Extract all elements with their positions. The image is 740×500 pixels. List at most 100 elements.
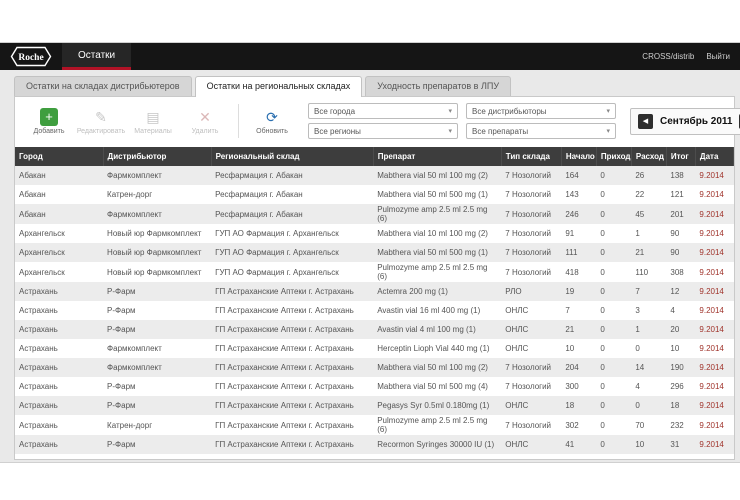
refresh-button[interactable]: ⟳Обновить bbox=[246, 108, 298, 135]
filter-regions[interactable]: Все регионы▾ bbox=[308, 123, 458, 139]
tab-1[interactable]: Остатки на региональных складах bbox=[195, 76, 363, 97]
table-row[interactable]: АбаканФармкомплектРесфармация г. АбаканM… bbox=[15, 166, 734, 185]
chevron-down-icon: ▾ bbox=[448, 127, 452, 135]
cell-in: 0 bbox=[596, 185, 631, 204]
table-row[interactable]: АстраханьКатрен-доргГП Астраханские Апте… bbox=[15, 415, 734, 435]
cell-start: 7 bbox=[561, 301, 596, 320]
edit-button[interactable]: ✎Редактировать bbox=[75, 108, 127, 135]
cell-warehouse: ГП Астраханские Аптеки г. Астрахань bbox=[211, 358, 373, 377]
cell-distributor: Катрен-дорг bbox=[103, 415, 211, 435]
cell-out: 3 bbox=[631, 301, 666, 320]
cell-out: 1 bbox=[631, 320, 666, 339]
filter-cities[interactable]: Все города▾ bbox=[308, 103, 458, 119]
cell-city: Абакан bbox=[15, 185, 103, 204]
cell-start: 143 bbox=[561, 185, 596, 204]
delete-icon: ✕ bbox=[196, 108, 214, 126]
cell-distributor: Р-Фарм bbox=[103, 320, 211, 339]
cell-date: 9.2014 bbox=[695, 204, 733, 224]
tab-2[interactable]: Уходность препаратов в ЛПУ bbox=[365, 76, 511, 96]
materials-button[interactable]: ▤Материалы bbox=[127, 108, 179, 135]
prev-month-button[interactable]: ◀ bbox=[638, 114, 653, 129]
delete-button[interactable]: ✕Удалить bbox=[179, 108, 231, 135]
table-row[interactable]: АстраханьФармкомплектГП Астраханские Апт… bbox=[15, 358, 734, 377]
cell-start: 19 bbox=[561, 282, 596, 301]
table-row[interactable]: АстраханьФармкомплектГП Астраханские Апт… bbox=[15, 339, 734, 358]
tab-0[interactable]: Остатки на складах дистрибьютеров bbox=[14, 76, 192, 96]
filter-value: Все препараты bbox=[472, 127, 528, 136]
cell-in: 0 bbox=[596, 396, 631, 415]
cell-total: 31 bbox=[666, 435, 695, 454]
cell-in: 0 bbox=[596, 377, 631, 396]
cell-out: 70 bbox=[631, 415, 666, 435]
cell-type: ОНЛС bbox=[501, 435, 561, 454]
cell-type: 7 Нозологий bbox=[501, 185, 561, 204]
cell-drug: Pulmozyme amp 2.5 ml 2.5 mg (6) bbox=[373, 262, 501, 282]
column-header[interactable]: Расход bbox=[631, 147, 666, 166]
add-button[interactable]: +Добавить bbox=[23, 108, 75, 135]
cell-city: Абакан bbox=[15, 166, 103, 185]
cell-out: 26 bbox=[631, 166, 666, 185]
cell-type: 7 Нозологий bbox=[501, 166, 561, 185]
cell-drug: Mabthera vial 50 ml 100 mg (2) bbox=[373, 358, 501, 377]
cell-city: Архангельск bbox=[15, 243, 103, 262]
table-row[interactable]: АстраханьР-ФармГП Астраханские Аптеки г.… bbox=[15, 282, 734, 301]
cell-type: 7 Нозологий bbox=[501, 377, 561, 396]
cell-start: 18 bbox=[561, 396, 596, 415]
table-row[interactable]: АстраханьР-ФармГП Астраханские Аптеки г.… bbox=[15, 377, 734, 396]
cell-total: 4 bbox=[666, 301, 695, 320]
cell-type: 7 Нозологий bbox=[501, 243, 561, 262]
table-row[interactable]: АстраханьР-ФармГП Астраханские Аптеки г.… bbox=[15, 301, 734, 320]
cell-date: 9.2014 bbox=[695, 377, 733, 396]
cell-total: 12 bbox=[666, 282, 695, 301]
table-row[interactable]: АстраханьР-ФармГП Астраханские Аптеки г.… bbox=[15, 320, 734, 339]
column-header[interactable]: Дата bbox=[695, 147, 733, 166]
cell-total: 138 bbox=[666, 166, 695, 185]
cell-date: 9.2014 bbox=[695, 262, 733, 282]
logout-link[interactable]: Выйти bbox=[706, 52, 730, 61]
cell-start: 246 bbox=[561, 204, 596, 224]
tabstrip: Остатки на складах дистрибьютеровОстатки… bbox=[0, 70, 740, 96]
cell-in: 0 bbox=[596, 243, 631, 262]
cell-total: 232 bbox=[666, 415, 695, 435]
cell-distributor: Фармкомплект bbox=[103, 204, 211, 224]
table-row[interactable]: АбаканФармкомплектРесфармация г. АбаканP… bbox=[15, 204, 734, 224]
cell-out: 1 bbox=[631, 224, 666, 243]
cell-total: 296 bbox=[666, 377, 695, 396]
column-header[interactable]: Тип склада bbox=[501, 147, 561, 166]
column-header[interactable]: Итог bbox=[666, 147, 695, 166]
cell-total: 18 bbox=[666, 396, 695, 415]
roche-hexagon-icon: Roche bbox=[10, 46, 52, 67]
cell-total: 90 bbox=[666, 243, 695, 262]
column-header[interactable]: Начало bbox=[561, 147, 596, 166]
column-header[interactable]: Препарат bbox=[373, 147, 501, 166]
table-row[interactable]: АрхангельскНовый юр ФармкомплектГУП АО Ф… bbox=[15, 262, 734, 282]
cell-type: ОНЛС bbox=[501, 301, 561, 320]
cell-out: 10 bbox=[631, 435, 666, 454]
add-icon: + bbox=[40, 108, 58, 126]
table-row[interactable]: АстраханьР-ФармГП Астраханские Аптеки г.… bbox=[15, 396, 734, 415]
filter-drugs[interactable]: Все препараты▾ bbox=[466, 123, 616, 139]
nav-item-ostatki[interactable]: Остатки bbox=[62, 43, 131, 70]
column-header[interactable]: Приход bbox=[596, 147, 631, 166]
cell-out: 4 bbox=[631, 377, 666, 396]
cell-distributor: Р-Фарм bbox=[103, 396, 211, 415]
column-header[interactable]: Дистрибьютор bbox=[103, 147, 211, 166]
filter-distributors[interactable]: Все дистрибьюторы▾ bbox=[466, 103, 616, 119]
table-row[interactable]: АстраханьР-ФармГП Астраханские Аптеки г.… bbox=[15, 435, 734, 454]
table-row[interactable]: АрхангельскНовый юр ФармкомплектГУП АО Ф… bbox=[15, 224, 734, 243]
cell-date: 9.2014 bbox=[695, 358, 733, 377]
table-row[interactable]: АбаканКатрен-доргРесфармация г. АбаканMa… bbox=[15, 185, 734, 204]
column-header[interactable]: Региональный склад bbox=[211, 147, 373, 166]
cell-out: 0 bbox=[631, 339, 666, 358]
cell-out: 0 bbox=[631, 396, 666, 415]
cell-type: РЛО bbox=[501, 282, 561, 301]
cell-city: Астрахань bbox=[15, 415, 103, 435]
cell-out: 7 bbox=[631, 282, 666, 301]
cell-date: 9.2014 bbox=[695, 282, 733, 301]
cell-drug: Pulmozyme amp 2.5 ml 2.5 mg (6) bbox=[373, 204, 501, 224]
column-header[interactable]: Город bbox=[15, 147, 103, 166]
cell-distributor: Р-Фарм bbox=[103, 282, 211, 301]
cell-city: Архангельск bbox=[15, 224, 103, 243]
cell-date: 9.2014 bbox=[695, 185, 733, 204]
table-row[interactable]: АрхангельскНовый юр ФармкомплектГУП АО Ф… bbox=[15, 243, 734, 262]
